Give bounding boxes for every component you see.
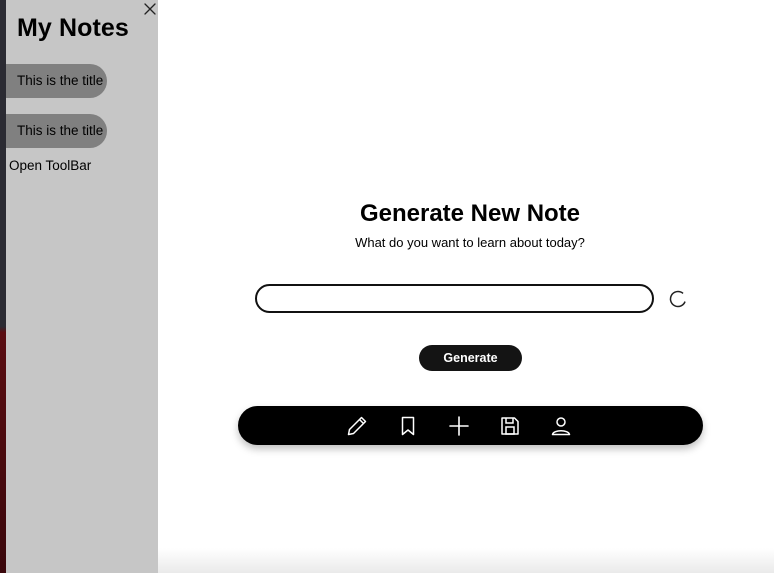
bookmark-icon [401,416,415,436]
sidebar-title: My Notes [17,14,129,42]
open-toolbar-link[interactable]: Open ToolBar [9,158,91,173]
note-item[interactable]: This is the title [6,64,107,98]
add-note-button[interactable] [447,414,471,438]
loading-spinner-icon [669,290,687,308]
plus-icon [449,416,469,436]
user-icon [551,417,571,436]
note-item[interactable]: This is the title [6,114,107,148]
bookmark-button[interactable] [396,414,420,438]
page-title: Generate New Note [359,200,581,227]
profile-button[interactable] [549,414,573,438]
save-button[interactable] [498,414,522,438]
bottom-toolbar [238,406,703,445]
pencil-icon [347,416,367,436]
page-subtitle: What do you want to learn about today? [355,235,585,250]
save-icon [501,417,519,435]
bottom-shade [158,548,774,573]
topic-input[interactable] [255,284,654,313]
edit-button[interactable] [345,414,369,438]
close-icon [144,3,156,15]
close-sidebar-button[interactable] [142,1,158,17]
notes-sidebar: My Notes This is the title This is the t… [6,0,158,573]
generate-button[interactable]: Generate [419,345,522,371]
